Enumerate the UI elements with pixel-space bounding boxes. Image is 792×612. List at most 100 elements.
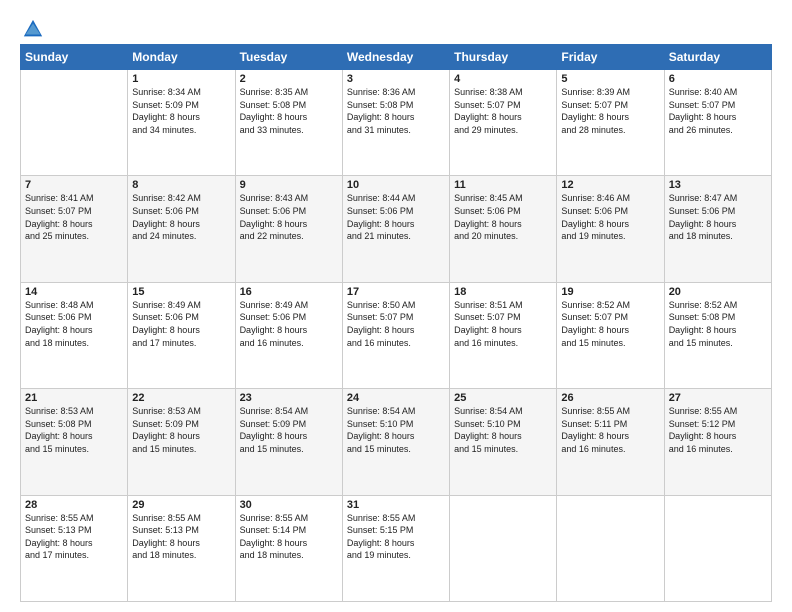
day-info: Sunrise: 8:47 AM Sunset: 5:06 PM Dayligh… [669,192,767,242]
day-number: 23 [240,392,338,404]
weekday-header: Monday [128,45,235,70]
day-info: Sunrise: 8:39 AM Sunset: 5:07 PM Dayligh… [561,86,659,136]
day-number: 2 [240,73,338,85]
calendar-cell: 29Sunrise: 8:55 AM Sunset: 5:13 PM Dayli… [128,495,235,601]
calendar-cell: 20Sunrise: 8:52 AM Sunset: 5:08 PM Dayli… [664,282,771,388]
day-info: Sunrise: 8:54 AM Sunset: 5:10 PM Dayligh… [454,405,552,455]
weekday-header: Saturday [664,45,771,70]
calendar-week-row: 14Sunrise: 8:48 AM Sunset: 5:06 PM Dayli… [21,282,772,388]
day-number: 27 [669,392,767,404]
calendar-cell: 25Sunrise: 8:54 AM Sunset: 5:10 PM Dayli… [450,389,557,495]
calendar-cell: 9Sunrise: 8:43 AM Sunset: 5:06 PM Daylig… [235,176,342,282]
day-number: 12 [561,179,659,191]
day-info: Sunrise: 8:51 AM Sunset: 5:07 PM Dayligh… [454,299,552,349]
calendar-week-row: 1Sunrise: 8:34 AM Sunset: 5:09 PM Daylig… [21,70,772,176]
day-info: Sunrise: 8:49 AM Sunset: 5:06 PM Dayligh… [132,299,230,349]
weekday-header: Tuesday [235,45,342,70]
calendar-cell [664,495,771,601]
calendar-table: SundayMondayTuesdayWednesdayThursdayFrid… [20,44,772,602]
calendar-cell: 17Sunrise: 8:50 AM Sunset: 5:07 PM Dayli… [342,282,449,388]
logo-icon [22,18,44,40]
day-number: 28 [25,499,123,511]
day-number: 9 [240,179,338,191]
day-number: 20 [669,286,767,298]
day-number: 5 [561,73,659,85]
day-number: 3 [347,73,445,85]
day-info: Sunrise: 8:38 AM Sunset: 5:07 PM Dayligh… [454,86,552,136]
day-info: Sunrise: 8:55 AM Sunset: 5:11 PM Dayligh… [561,405,659,455]
day-info: Sunrise: 8:45 AM Sunset: 5:06 PM Dayligh… [454,192,552,242]
calendar-cell: 26Sunrise: 8:55 AM Sunset: 5:11 PM Dayli… [557,389,664,495]
day-number: 24 [347,392,445,404]
day-number: 1 [132,73,230,85]
day-number: 17 [347,286,445,298]
day-info: Sunrise: 8:44 AM Sunset: 5:06 PM Dayligh… [347,192,445,242]
calendar-cell: 21Sunrise: 8:53 AM Sunset: 5:08 PM Dayli… [21,389,128,495]
day-number: 13 [669,179,767,191]
day-info: Sunrise: 8:40 AM Sunset: 5:07 PM Dayligh… [669,86,767,136]
day-info: Sunrise: 8:55 AM Sunset: 5:14 PM Dayligh… [240,512,338,562]
weekday-header: Wednesday [342,45,449,70]
day-number: 14 [25,286,123,298]
calendar-cell: 12Sunrise: 8:46 AM Sunset: 5:06 PM Dayli… [557,176,664,282]
calendar-cell: 24Sunrise: 8:54 AM Sunset: 5:10 PM Dayli… [342,389,449,495]
calendar-cell: 31Sunrise: 8:55 AM Sunset: 5:15 PM Dayli… [342,495,449,601]
day-info: Sunrise: 8:52 AM Sunset: 5:08 PM Dayligh… [669,299,767,349]
calendar-cell: 16Sunrise: 8:49 AM Sunset: 5:06 PM Dayli… [235,282,342,388]
calendar-cell: 19Sunrise: 8:52 AM Sunset: 5:07 PM Dayli… [557,282,664,388]
page: SundayMondayTuesdayWednesdayThursdayFrid… [0,0,792,612]
day-info: Sunrise: 8:53 AM Sunset: 5:09 PM Dayligh… [132,405,230,455]
day-number: 31 [347,499,445,511]
day-info: Sunrise: 8:55 AM Sunset: 5:12 PM Dayligh… [669,405,767,455]
calendar-cell: 23Sunrise: 8:54 AM Sunset: 5:09 PM Dayli… [235,389,342,495]
day-number: 22 [132,392,230,404]
calendar-cell: 7Sunrise: 8:41 AM Sunset: 5:07 PM Daylig… [21,176,128,282]
weekday-header: Sunday [21,45,128,70]
calendar-week-row: 21Sunrise: 8:53 AM Sunset: 5:08 PM Dayli… [21,389,772,495]
day-info: Sunrise: 8:52 AM Sunset: 5:07 PM Dayligh… [561,299,659,349]
logo-text [20,18,44,40]
day-number: 7 [25,179,123,191]
calendar-cell: 15Sunrise: 8:49 AM Sunset: 5:06 PM Dayli… [128,282,235,388]
calendar-cell: 18Sunrise: 8:51 AM Sunset: 5:07 PM Dayli… [450,282,557,388]
calendar-week-row: 7Sunrise: 8:41 AM Sunset: 5:07 PM Daylig… [21,176,772,282]
day-number: 30 [240,499,338,511]
calendar-cell: 3Sunrise: 8:36 AM Sunset: 5:08 PM Daylig… [342,70,449,176]
day-info: Sunrise: 8:46 AM Sunset: 5:06 PM Dayligh… [561,192,659,242]
calendar-cell: 30Sunrise: 8:55 AM Sunset: 5:14 PM Dayli… [235,495,342,601]
day-info: Sunrise: 8:43 AM Sunset: 5:06 PM Dayligh… [240,192,338,242]
calendar-header-row: SundayMondayTuesdayWednesdayThursdayFrid… [21,45,772,70]
calendar-cell: 8Sunrise: 8:42 AM Sunset: 5:06 PM Daylig… [128,176,235,282]
day-number: 15 [132,286,230,298]
day-number: 21 [25,392,123,404]
calendar-cell: 13Sunrise: 8:47 AM Sunset: 5:06 PM Dayli… [664,176,771,282]
day-number: 4 [454,73,552,85]
day-info: Sunrise: 8:55 AM Sunset: 5:13 PM Dayligh… [25,512,123,562]
calendar-cell [21,70,128,176]
day-info: Sunrise: 8:34 AM Sunset: 5:09 PM Dayligh… [132,86,230,136]
day-info: Sunrise: 8:35 AM Sunset: 5:08 PM Dayligh… [240,86,338,136]
day-info: Sunrise: 8:55 AM Sunset: 5:15 PM Dayligh… [347,512,445,562]
header [20,18,772,36]
calendar-cell: 11Sunrise: 8:45 AM Sunset: 5:06 PM Dayli… [450,176,557,282]
day-number: 29 [132,499,230,511]
day-info: Sunrise: 8:42 AM Sunset: 5:06 PM Dayligh… [132,192,230,242]
day-info: Sunrise: 8:50 AM Sunset: 5:07 PM Dayligh… [347,299,445,349]
calendar-cell: 6Sunrise: 8:40 AM Sunset: 5:07 PM Daylig… [664,70,771,176]
calendar-cell: 28Sunrise: 8:55 AM Sunset: 5:13 PM Dayli… [21,495,128,601]
day-info: Sunrise: 8:41 AM Sunset: 5:07 PM Dayligh… [25,192,123,242]
calendar-cell: 5Sunrise: 8:39 AM Sunset: 5:07 PM Daylig… [557,70,664,176]
day-info: Sunrise: 8:49 AM Sunset: 5:06 PM Dayligh… [240,299,338,349]
day-number: 8 [132,179,230,191]
day-number: 18 [454,286,552,298]
logo [20,18,44,36]
day-number: 11 [454,179,552,191]
calendar-cell: 2Sunrise: 8:35 AM Sunset: 5:08 PM Daylig… [235,70,342,176]
day-number: 19 [561,286,659,298]
day-number: 6 [669,73,767,85]
day-number: 10 [347,179,445,191]
day-number: 26 [561,392,659,404]
calendar-cell: 1Sunrise: 8:34 AM Sunset: 5:09 PM Daylig… [128,70,235,176]
calendar-cell: 22Sunrise: 8:53 AM Sunset: 5:09 PM Dayli… [128,389,235,495]
weekday-header: Thursday [450,45,557,70]
